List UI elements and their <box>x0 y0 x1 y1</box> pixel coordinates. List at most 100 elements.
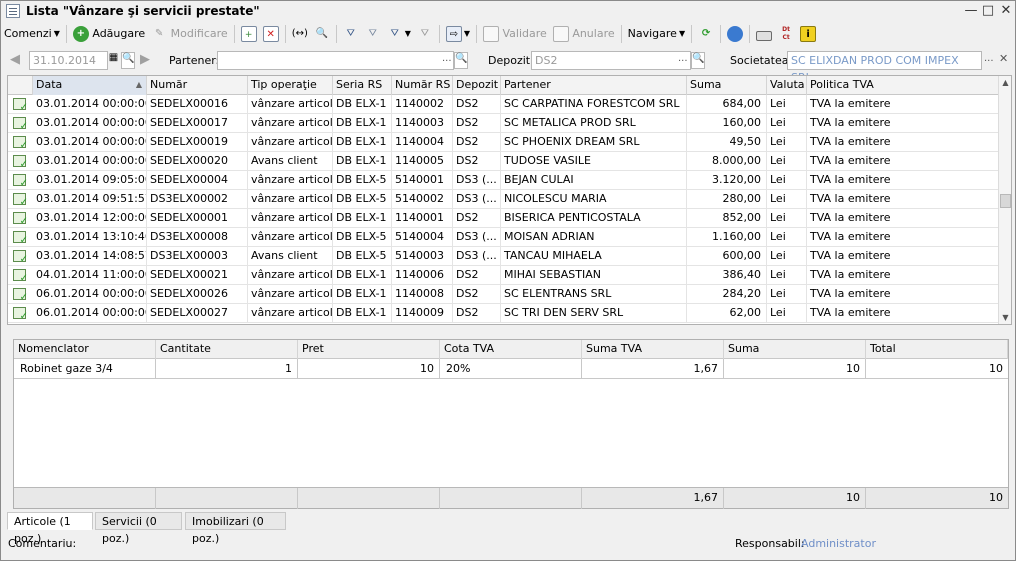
next-arrow-icon[interactable]: ▶ <box>140 52 150 67</box>
depozit-label: Depozit: <box>488 54 534 67</box>
depozit-search-icon[interactable]: 🔍 <box>691 52 705 69</box>
add-button[interactable]: + Adăugare <box>70 23 148 44</box>
link-button[interactable]: (↔) <box>289 23 311 44</box>
depozit-browse-button[interactable]: ... <box>678 53 688 64</box>
filter-value-button[interactable]: ⛛ <box>362 23 384 44</box>
tab-imobilizari[interactable]: Imobilizari (0 poz.) <box>185 512 286 545</box>
dtct-button[interactable]: Dt Ct <box>775 23 797 44</box>
responsabil-link[interactable]: Administrator <box>801 537 876 550</box>
cell-numar: DS3ELX00008 <box>147 228 248 247</box>
cell-partener: MIHAI SEBASTIAN <box>501 266 687 285</box>
table-row[interactable]: 03.01.2014 09:51:57DS3ELX00002vânzare ar… <box>8 190 1000 209</box>
filter-button[interactable]: ⛛ <box>340 23 362 44</box>
items-total-cell <box>14 488 156 509</box>
speech-bubble-icon <box>727 25 744 42</box>
prev-arrow-icon[interactable]: ◀ <box>10 52 20 67</box>
modify-button[interactable]: ✎ Modificare <box>148 23 231 44</box>
items-col-cota-tva[interactable]: Cota TVA <box>440 340 582 359</box>
comment-button[interactable] <box>724 23 746 44</box>
navigare-menu[interactable]: Navigare ▼ <box>625 23 688 44</box>
table-row[interactable]: 03.01.2014 00:00:00SEDELX00020Avans clie… <box>8 152 1000 171</box>
chevron-down-icon: ▼ <box>463 29 471 38</box>
items-col-suma[interactable]: Suma <box>724 340 866 359</box>
close-button[interactable]: ✕ <box>996 3 1016 19</box>
validated-doc-icon <box>13 155 28 170</box>
table-row[interactable]: 06.01.2014 00:00:00SEDELX00026vânzare ar… <box>8 285 1000 304</box>
col-header-partener[interactable]: Partener <box>501 76 687 95</box>
table-row[interactable]: 03.01.2014 13:10:46DS3ELX00008vânzare ar… <box>8 228 1000 247</box>
cell-data: 04.01.2014 11:00:00 <box>33 266 147 285</box>
col-header-depozit[interactable]: Depozit <box>453 76 501 95</box>
societatea-field[interactable]: SC ELIXDAN PROD COM IMPEX SRL <box>787 51 982 84</box>
scroll-up-icon[interactable]: ▲ <box>999 76 1011 89</box>
col-header-tip-operatie[interactable]: Tip operaţie <box>248 76 333 95</box>
date-search-icon[interactable]: 🔍 <box>121 52 135 69</box>
table-row[interactable]: 03.01.2014 14:08:57DS3ELX00003Avans clie… <box>8 247 1000 266</box>
cell-tip-operatie: vânzare articole <box>248 228 333 247</box>
print-button[interactable] <box>753 23 775 44</box>
cell-numar: SEDELX00001 <box>147 209 248 228</box>
societatea-browse-button[interactable]: ... <box>984 53 994 64</box>
cell-partener: SC PHOENIX DREAM SRL <box>501 133 687 152</box>
find-button[interactable]: 🔍 <box>311 23 333 44</box>
cell-tip-operatie: vânzare articole <box>248 171 333 190</box>
cell-suma: 684,00 <box>687 95 767 114</box>
table-row[interactable]: 06.01.2014 00:00:00SEDELX00027vânzare ar… <box>8 304 1000 323</box>
comenzi-menu[interactable]: Comenzi ▼ <box>1 23 63 44</box>
tab-servicii[interactable]: Servicii (0 poz.) <box>95 512 182 545</box>
col-header-suma[interactable]: Suma <box>687 76 767 95</box>
items-col-cantitate[interactable]: Cantitate <box>156 340 298 359</box>
filter-list-button[interactable]: ⛛ ▼ <box>384 23 414 44</box>
table-row[interactable]: 03.01.2014 12:00:00SEDELX00001vânzare ar… <box>8 209 1000 228</box>
cell-numar-rs: 1140008 <box>392 285 453 304</box>
items-col-pret[interactable]: Pret <box>298 340 440 359</box>
refresh-button[interactable]: ⟳ <box>695 23 717 44</box>
clear-filter-button[interactable]: ⛛ <box>414 23 436 44</box>
toolbar-separator <box>65 24 67 43</box>
copy-button[interactable]: + <box>238 23 260 44</box>
col-header-numar[interactable]: Număr <box>147 76 248 95</box>
scroll-down-icon[interactable]: ▼ <box>999 311 1011 324</box>
col-header-data-label: Data <box>36 78 63 91</box>
col-header-valuta[interactable]: Valuta <box>767 76 807 95</box>
cell-numar-rs: 1140004 <box>392 133 453 152</box>
depozit-field[interactable]: DS2 <box>531 51 691 70</box>
col-header-politica-tva[interactable]: Politica TVA <box>807 76 1000 95</box>
window-title: Lista "Vânzare şi servicii prestate" <box>26 4 260 18</box>
calendar-icon[interactable]: ▦ <box>107 52 120 69</box>
table-row[interactable]: 03.01.2014 00:00:00SEDELX00017vânzare ar… <box>8 114 1000 133</box>
cell-partener: TANCAU MIHAELA <box>501 247 687 266</box>
cell-politica-tva: TVA la emitere <box>807 152 1000 171</box>
col-header-numar-rs[interactable]: Număr RS <box>392 76 453 95</box>
col-header-seria-rs[interactable]: Seria RS <box>333 76 392 95</box>
cell-data: 03.01.2014 00:00:00 <box>33 133 147 152</box>
table-row[interactable]: 03.01.2014 00:00:00SEDELX00016vânzare ar… <box>8 95 1000 114</box>
items-col-suma-tva[interactable]: Suma TVA <box>582 340 724 359</box>
export-button[interactable]: ⇨ ▼ <box>443 23 473 44</box>
delete-button[interactable]: ✕ <box>260 23 282 44</box>
partener-browse-button[interactable]: ... <box>442 53 452 64</box>
validate-button[interactable]: Validare <box>480 23 550 44</box>
tab-articole[interactable]: Articole (1 poz.) <box>7 512 93 545</box>
partener-search-icon[interactable]: 🔍 <box>454 52 468 69</box>
cell-numar-rs: 5140004 <box>392 228 453 247</box>
items-row[interactable]: Robinet gaze 3/4 1 10 20% 1,67 10 10 <box>14 359 1008 379</box>
societatea-clear-button[interactable]: ✕ <box>999 52 1008 65</box>
cell-politica-tva: TVA la emitere <box>807 95 1000 114</box>
scroll-thumb[interactable] <box>1000 194 1011 208</box>
vertical-scrollbar[interactable]: ▲ ▼ <box>998 76 1011 324</box>
cell-partener: SC CARPATINA FORESTCOM SRL <box>501 95 687 114</box>
table-row[interactable]: 03.01.2014 09:05:00SEDELX00004vânzare ar… <box>8 171 1000 190</box>
table-row[interactable]: 03.01.2014 00:00:00SEDELX00019vânzare ar… <box>8 133 1000 152</box>
cell-seria-rs: DB ELX-5 <box>333 190 392 209</box>
items-col-total[interactable]: Total <box>866 340 1008 359</box>
cancel-doc-button[interactable]: Anulare <box>550 23 618 44</box>
partener-field[interactable] <box>217 51 454 70</box>
items-col-nomenclator[interactable]: Nomenclator <box>14 340 156 359</box>
maximize-button[interactable]: □ <box>978 3 998 19</box>
date-field[interactable]: 31.10.2014 <box>29 51 108 70</box>
table-row[interactable]: 04.01.2014 11:00:00SEDELX00021vânzare ar… <box>8 266 1000 285</box>
cell-suma: 284,20 <box>687 285 767 304</box>
col-header-data[interactable]: Data ▲ <box>33 76 147 95</box>
info-button[interactable]: i <box>797 23 819 44</box>
